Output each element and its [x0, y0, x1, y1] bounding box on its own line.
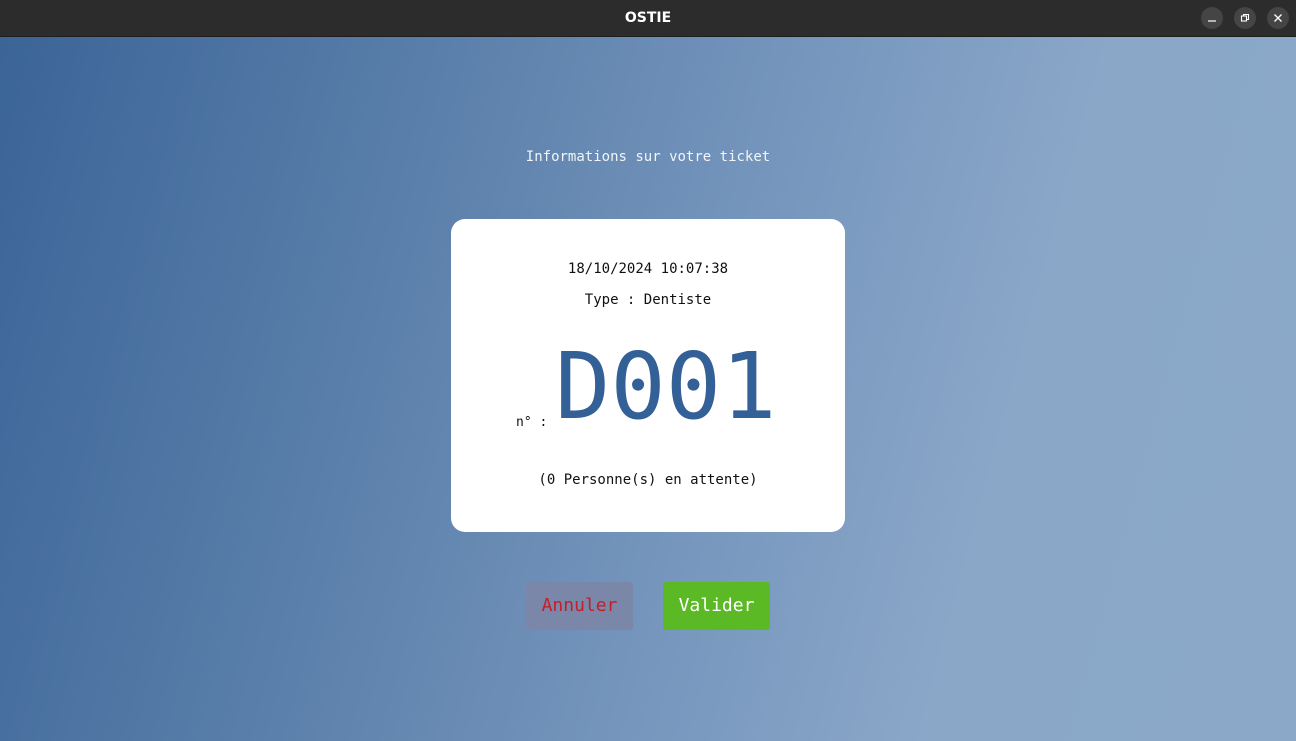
main-content: Informations sur votre ticket 18/10/2024…: [0, 37, 1296, 741]
close-icon: [1274, 14, 1282, 22]
window-title: OSTIE: [624, 10, 672, 26]
page-heading: Informations sur votre ticket: [525, 149, 771, 165]
title-bar: OSTIE: [0, 0, 1296, 37]
app-window: OSTIE Informations sur votre ticket 18/1…: [0, 0, 1296, 741]
validate-button[interactable]: Valider: [663, 582, 770, 630]
ticket-number: D001: [555, 333, 777, 440]
cancel-button[interactable]: Annuler: [526, 582, 633, 630]
minimize-button[interactable]: [1201, 7, 1223, 29]
maximize-button[interactable]: [1234, 7, 1256, 29]
maximize-icon: [1240, 13, 1250, 22]
minimize-icon: [1208, 20, 1216, 22]
ticket-type: Type : Dentiste: [584, 292, 712, 308]
close-button[interactable]: [1267, 7, 1289, 29]
ticket-datetime: 18/10/2024 10:07:38: [567, 261, 729, 277]
waiting-count: (0 Personne(s) en attente): [538, 472, 758, 488]
ticket-card: 18/10/2024 10:07:38 Type : Dentiste n° :…: [451, 219, 845, 532]
ticket-number-label: n° :: [516, 415, 548, 430]
